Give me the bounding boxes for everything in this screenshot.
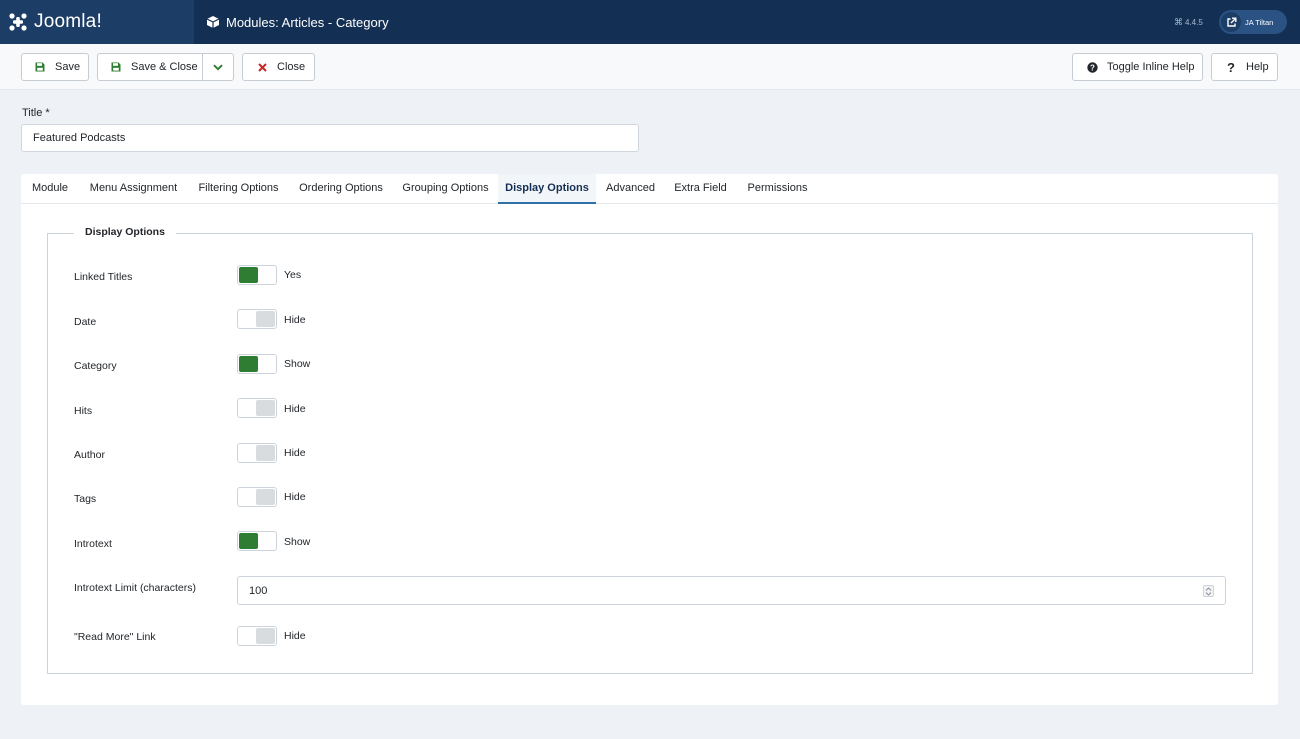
date-label: Date [74,316,97,328]
close-button[interactable]: Close [242,53,315,81]
category-switch[interactable] [237,354,277,374]
tab-bar: Module Menu Assignment Filtering Options… [21,174,1278,204]
module-edit-card: Module Menu Assignment Filtering Options… [21,174,1278,705]
introtext-label: Introtext [74,538,112,550]
category-state: Show [284,358,311,370]
close-icon [256,61,268,73]
title-label: Title * [22,107,50,119]
save-icon [110,61,122,73]
tab-extra-field[interactable]: Extra Field [665,174,736,204]
close-label: Close [277,61,306,73]
question-circle-icon: ? [1086,61,1098,73]
hits-label: Hits [74,405,93,417]
switch-knob [256,489,275,505]
hits-switch[interactable] [237,398,277,418]
save-options-dropdown-button[interactable] [202,53,234,81]
tab-ordering-options[interactable]: Ordering Options [289,174,393,204]
author-label: Author [74,449,105,461]
author-state: Hide [284,447,306,459]
tab-grouping-options[interactable]: Grouping Options [393,174,498,204]
save-close-label: Save & Close [131,61,198,73]
introtext-limit-input[interactable] [237,576,1226,605]
switch-knob [239,267,258,283]
category-label: Category [74,360,117,372]
read-more-switch[interactable] [237,626,277,646]
svg-text:?: ? [1090,63,1095,72]
save-icon [34,61,46,73]
tags-switch[interactable] [237,487,277,507]
toolbar: Save Save & Close Close ? Toggle Inline … [0,44,1300,90]
switch-knob [256,628,275,644]
site-name: JA Tiltan [1245,17,1274,27]
switch-knob [256,445,275,461]
tags-state: Hide [284,491,306,503]
chevron-down-icon [213,64,223,71]
question-icon: ? [1227,59,1235,75]
read-more-label: "Read More" Link [74,631,156,643]
version-number: 4.4.5 [1185,18,1203,27]
view-site-button[interactable]: JA Tiltan [1219,10,1287,34]
read-more-state: Hide [284,630,306,642]
tab-display-options[interactable]: Display Options [498,174,596,204]
fieldset-legend: Display Options [74,226,176,238]
introtext-state: Show [284,536,311,548]
tags-label: Tags [74,493,97,505]
brand-name: Joomla! [34,11,102,32]
cube-icon [206,16,220,28]
tab-permissions[interactable]: Permissions [736,174,819,204]
joomla-logo-icon [9,13,27,31]
switch-knob [256,311,275,327]
tab-filtering-options[interactable]: Filtering Options [188,174,289,204]
date-switch[interactable] [237,309,277,329]
introtext-limit-label: Introtext Limit (characters) [74,582,196,594]
author-switch[interactable] [237,443,277,463]
version-info: ⌘ 4.4.5 [1174,17,1203,28]
page-title: Modules: Articles - Category [226,14,389,30]
linked-titles-state: Yes [284,269,302,281]
display-options-fieldset: Display Options Linked Titles Yes Date H… [47,226,1253,674]
switch-knob [239,533,258,549]
save-close-button[interactable]: Save & Close [97,53,203,81]
tab-advanced[interactable]: Advanced [596,174,665,204]
linked-titles-switch[interactable] [237,265,277,285]
page-title-area: Modules: Articles - Category [206,0,389,44]
tab-module[interactable]: Module [21,174,79,204]
title-input[interactable] [21,124,639,152]
switch-knob [256,400,275,416]
toggle-inline-help-button[interactable]: ? Toggle Inline Help [1072,53,1203,81]
external-link-icon [1221,12,1241,32]
admin-header: Joomla! Modules: Articles - Category ⌘ 4… [0,0,1300,44]
linked-titles-label: Linked Titles [74,271,133,283]
date-state: Hide [284,314,306,326]
joomla-small-icon: ⌘ [1174,17,1183,27]
joomla-logo[interactable]: Joomla! [0,0,194,44]
help-button[interactable]: ? Help [1211,53,1278,81]
introtext-switch[interactable] [237,531,277,551]
save-label: Save [55,61,81,73]
save-button[interactable]: Save [21,53,89,81]
number-spinner[interactable] [1203,585,1214,597]
hits-state: Hide [284,403,306,415]
spinner-arrows-icon [1205,586,1212,596]
toggle-inline-help-label: Toggle Inline Help [1107,61,1195,73]
help-label: Help [1246,61,1269,73]
switch-knob [239,356,258,372]
tab-menu-assignment[interactable]: Menu Assignment [79,174,188,204]
